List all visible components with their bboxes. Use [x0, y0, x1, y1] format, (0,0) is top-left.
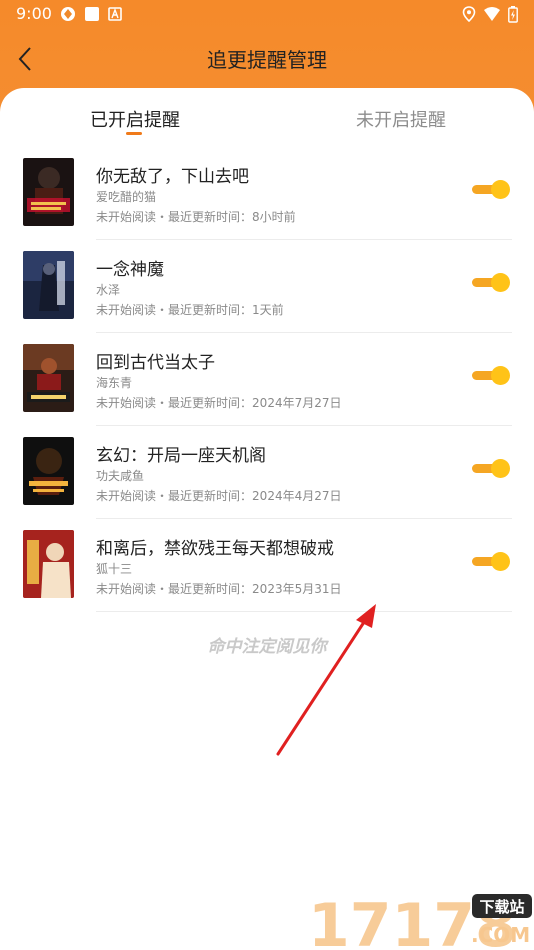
header: 追更提醒管理 — [0, 28, 534, 88]
book-title[interactable]: 和离后，禁欲残王每天都想破戒 — [96, 534, 334, 559]
book-title[interactable]: 玄幻：开局一座天机阁 — [96, 441, 266, 466]
reminder-toggle[interactable] — [472, 180, 510, 199]
status-bar: 9:00 — [0, 0, 534, 28]
update-time: 1天前 — [252, 303, 284, 317]
toggle-knob — [491, 459, 510, 478]
reminder-toggle[interactable] — [472, 366, 510, 385]
book-author: 水泽 — [96, 283, 121, 297]
book-meta: 未开始阅读・最近更新时间：8小时前 — [96, 208, 296, 225]
update-time: 2024年7月27日 — [252, 396, 342, 410]
book-title[interactable]: 回到古代当太子 — [96, 348, 215, 373]
toggle-knob — [491, 273, 510, 292]
meta-separator: ・ — [156, 489, 169, 503]
watermark-domain: .COM — [471, 923, 530, 947]
tab-reminders-off[interactable]: 未开启提醒 — [356, 106, 446, 132]
footer-slogan: 命中注定阅见你 — [207, 637, 327, 657]
update-time: 2024年4月27日 — [252, 489, 342, 503]
book-row[interactable]: 回到古代当太子 海东青 未开始阅读・最近更新时间：2024年7月27日 — [0, 340, 534, 433]
meta-separator: ・ — [156, 396, 169, 410]
meta-separator: ・ — [156, 303, 169, 317]
reading-status: 未开始阅读 — [96, 210, 157, 224]
meta-separator: ・ — [156, 582, 169, 596]
location-icon — [462, 6, 476, 26]
book-meta: 未开始阅读・最近更新时间：1天前 — [96, 301, 284, 318]
row-divider — [96, 332, 512, 333]
page-title: 追更提醒管理 — [207, 48, 327, 72]
book-row[interactable]: 你无敌了，下山去吧 爱吃醋的猫 未开始阅读・最近更新时间：8小时前 — [0, 154, 534, 247]
book-cover[interactable] — [23, 530, 74, 598]
book-cover[interactable] — [23, 158, 74, 226]
reminder-toggle[interactable] — [472, 459, 510, 478]
book-title[interactable]: 你无敌了，下山去吧 — [96, 162, 249, 187]
row-divider — [96, 239, 512, 240]
reading-status: 未开始阅读 — [96, 303, 157, 317]
reminder-toggle[interactable] — [472, 273, 510, 292]
book-row[interactable]: 玄幻：开局一座天机阁 功夫咸鱼 未开始阅读・最近更新时间：2024年4月27日 — [0, 433, 534, 526]
book-author: 海东青 — [96, 376, 133, 390]
toggle-knob — [491, 552, 510, 571]
main-card: 已开启提醒 未开启提醒 你无敌了，下山去吧 爱吃醋的猫 未开始阅读・最近更新时间… — [0, 88, 534, 950]
active-tab-indicator — [126, 132, 142, 135]
book-meta: 未开始阅读・最近更新时间：2024年4月27日 — [96, 487, 342, 504]
book-title[interactable]: 一念神魔 — [96, 255, 164, 280]
reading-status: 未开始阅读 — [96, 489, 157, 503]
update-label: 最近更新时间： — [168, 396, 253, 410]
update-time: 2023年5月31日 — [252, 582, 342, 596]
row-divider — [96, 425, 512, 426]
book-author: 功夫咸鱼 — [96, 469, 145, 483]
book-meta: 未开始阅读・最近更新时间：2024年7月27日 — [96, 394, 342, 411]
update-label: 最近更新时间： — [168, 303, 253, 317]
toggle-knob — [491, 366, 510, 385]
annotation-arrow — [276, 604, 376, 756]
app-notification-icon — [60, 6, 76, 26]
meta-separator: ・ — [156, 210, 169, 224]
row-divider — [96, 518, 512, 519]
watermark-badge: 下载站 — [479, 898, 524, 916]
reminder-toggle[interactable] — [472, 552, 510, 571]
reading-status: 未开始阅读 — [96, 396, 157, 410]
reading-status: 未开始阅读 — [96, 582, 157, 596]
book-author: 爱吃醋的猫 — [96, 190, 157, 204]
battery-icon — [508, 6, 518, 27]
tab-reminders-on[interactable]: 已开启提醒 — [90, 106, 180, 132]
book-row[interactable]: 一念神魔 水泽 未开始阅读・最近更新时间：1天前 — [0, 247, 534, 340]
tab-bar: 已开启提醒 未开启提醒 — [0, 88, 534, 148]
book-author: 狐十三 — [96, 562, 133, 576]
book-cover[interactable] — [23, 437, 74, 505]
book-row[interactable]: 和离后，禁欲残王每天都想破戒 狐十三 未开始阅读・最近更新时间：2023年5月3… — [0, 526, 534, 619]
book-cover[interactable] — [23, 251, 74, 319]
status-time: 9:00 — [16, 4, 52, 23]
book-meta: 未开始阅读・最近更新时间：2023年5月31日 — [96, 580, 342, 597]
letter-notification-icon — [108, 6, 122, 25]
toggle-knob — [491, 180, 510, 199]
book-cover[interactable] — [23, 344, 74, 412]
wifi-icon — [483, 6, 501, 26]
update-label: 最近更新时间： — [168, 489, 253, 503]
update-label: 最近更新时间： — [168, 210, 253, 224]
update-label: 最近更新时间： — [168, 582, 253, 596]
watermark-logo: 17178 下载站 .COM — [308, 891, 532, 950]
square-notification-icon — [84, 6, 100, 26]
update-time: 8小时前 — [252, 210, 296, 224]
